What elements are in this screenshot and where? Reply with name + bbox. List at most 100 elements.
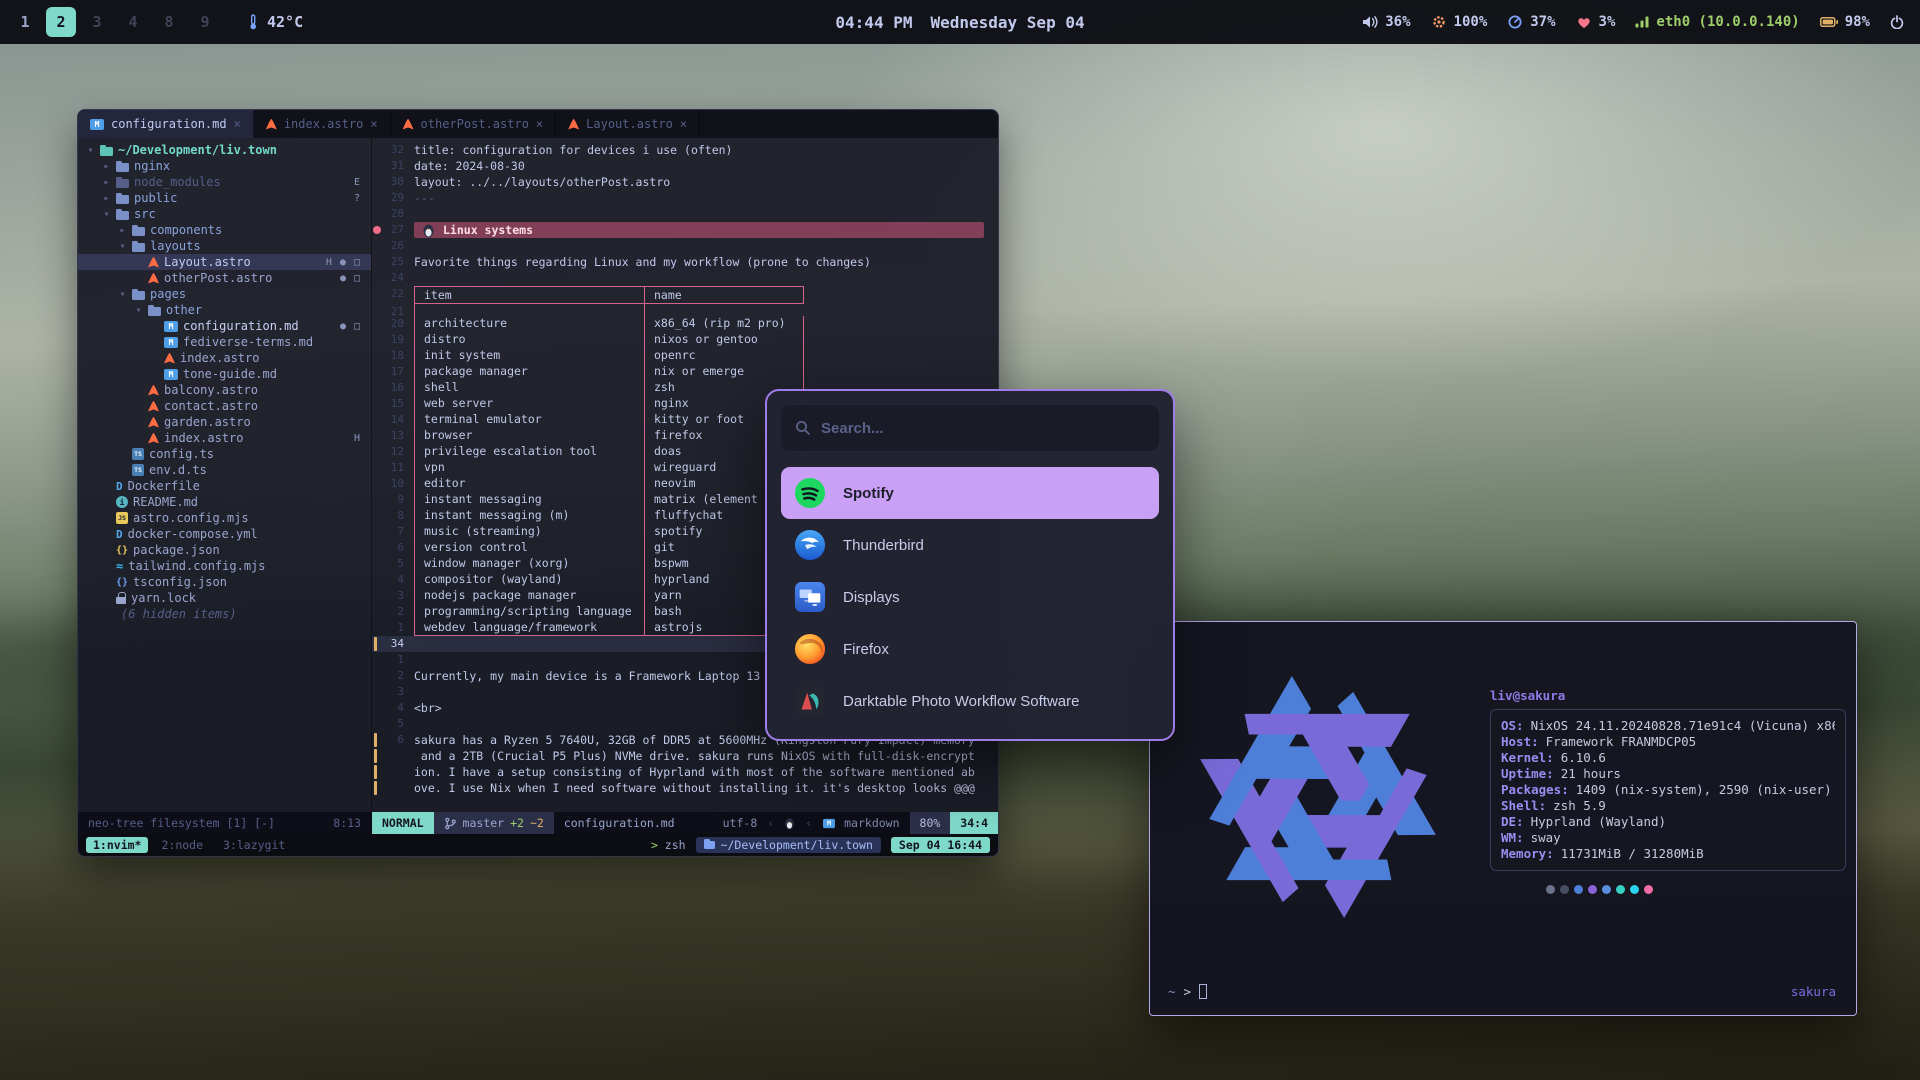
buffer-line[interactable]: 29 ---: [372, 190, 998, 206]
buffer-line[interactable]: and a 2TB (Crucial P5 Plus) NVMe drive. …: [372, 748, 998, 764]
volume-module[interactable]: 36%: [1362, 14, 1410, 30]
expander-icon[interactable]: [102, 161, 111, 172]
tree-item[interactable]: public ?: [78, 190, 371, 206]
expander-icon[interactable]: [118, 289, 127, 300]
buffer-line[interactable]: 32 title: configuration for devices i us…: [372, 142, 998, 158]
workspace-button[interactable]: 2: [46, 7, 76, 37]
editor-tab[interactable]: Layout.astro: [556, 110, 700, 138]
tree-item[interactable]: node_modules E: [78, 174, 371, 190]
tree-item[interactable]: package.json: [78, 542, 371, 558]
tree-item[interactable]: fediverse-terms.md: [78, 334, 371, 350]
tree-item[interactable]: otherPost.astro ● □: [78, 270, 371, 286]
workspace-button[interactable]: 9: [190, 7, 220, 37]
buffer-line[interactable]: 30 layout: ../../layouts/otherPost.astro: [372, 174, 998, 190]
buffer-line[interactable]: 24: [372, 270, 998, 286]
tree-item[interactable]: tsconfig.json: [78, 574, 371, 590]
close-icon[interactable]: [234, 117, 241, 131]
tree-item[interactable]: tone-guide.md: [78, 366, 371, 382]
launcher-item-displays[interactable]: Displays: [781, 571, 1159, 623]
tree-item[interactable]: config.ts: [78, 446, 371, 462]
tree-item[interactable]: layouts: [78, 238, 371, 254]
editor-tab[interactable]: index.astro: [254, 110, 391, 138]
editor-tab[interactable]: otherPost.astro: [391, 110, 557, 138]
tree-item[interactable]: tailwind.config.mjs: [78, 558, 371, 574]
neotree-panel[interactable]: ~/Development/liv.town nginx node_module…: [78, 138, 372, 812]
volume-icon: [1362, 15, 1378, 29]
table-row[interactable]: 18 init system openrc: [372, 348, 998, 364]
buffer-line[interactable]: 25 Favorite things regarding Linux and m…: [372, 254, 998, 270]
power-button[interactable]: [1890, 15, 1904, 29]
fetch-value: NixOS 24.11.20240828.71e91c4 (Vicuna) x8…: [1531, 718, 1835, 734]
tree-item[interactable]: env.d.ts: [78, 462, 371, 478]
table-row[interactable]: 20 architecture x86_64 (rip m2 pro): [372, 316, 998, 332]
search-input[interactable]: [821, 420, 1145, 437]
line-number: 4: [382, 700, 414, 716]
workspace-button[interactable]: 3: [82, 7, 112, 37]
cpu-module[interactable]: 37%: [1507, 14, 1555, 30]
clock[interactable]: 04:44 PM Wednesday Sep 04: [835, 13, 1084, 32]
close-icon[interactable]: [536, 117, 543, 131]
launcher-search[interactable]: [781, 405, 1159, 451]
expander-icon[interactable]: [102, 209, 111, 220]
shell-prompt[interactable]: ~ >: [1168, 984, 1207, 999]
workspace-button[interactable]: 4: [118, 7, 148, 37]
tree-item[interactable]: (6 hidden items): [78, 606, 371, 622]
launcher-item-firefox[interactable]: Firefox: [781, 623, 1159, 675]
expander-icon[interactable]: [134, 305, 143, 316]
table-row[interactable]: 19 distro nixos or gentoo: [372, 332, 998, 348]
temperature-module[interactable]: 42°C: [246, 13, 303, 31]
close-icon[interactable]: [370, 117, 377, 131]
tree-item[interactable]: Dockerfile: [78, 478, 371, 494]
expander-icon[interactable]: [86, 145, 95, 156]
workspace-button[interactable]: 8: [154, 7, 184, 37]
tmux-window[interactable]: 3:lazygit: [216, 837, 292, 853]
tree-item[interactable]: index.astro H: [78, 430, 371, 446]
buffer-line[interactable]: ion. I have a setup consisting of Hyprla…: [372, 764, 998, 780]
tree-item[interactable]: yarn.lock: [78, 590, 371, 606]
buffer-line[interactable]: ove. I use Nix when I need software with…: [372, 780, 998, 796]
launcher-item-thunderbird[interactable]: Thunderbird: [781, 519, 1159, 571]
network-module[interactable]: eth0 (10.0.0.140): [1635, 14, 1799, 30]
table-row[interactable]: 17 package manager nix or emerge: [372, 364, 998, 380]
tree-item[interactable]: pages: [78, 286, 371, 302]
tree-item[interactable]: README.md: [78, 494, 371, 510]
expander-icon[interactable]: [102, 193, 111, 204]
tree-item[interactable]: ~/Development/liv.town: [78, 142, 371, 158]
expander-icon[interactable]: [102, 177, 111, 188]
tmux-window[interactable]: 1:nvim*: [86, 837, 148, 853]
tmux-datetime: Sep 04 16:44: [891, 837, 990, 853]
tree-item[interactable]: astro.config.mjs: [78, 510, 371, 526]
tree-item[interactable]: garden.astro: [78, 414, 371, 430]
workspace-button[interactable]: 1: [10, 7, 40, 37]
buffer-line-heading[interactable]: 27 Linux systems: [372, 222, 998, 238]
close-icon[interactable]: [680, 117, 687, 131]
file-icon: [116, 496, 128, 508]
tree-item[interactable]: nginx: [78, 158, 371, 174]
table-header-row[interactable]: 22 item name: [372, 286, 998, 304]
volume-value: 36%: [1385, 14, 1410, 30]
tree-item[interactable]: docker-compose.yml: [78, 526, 371, 542]
expander-icon[interactable]: [118, 241, 127, 252]
launcher-item-darktable[interactable]: Darktable Photo Workflow Software: [781, 675, 1159, 727]
battery-module[interactable]: 98%: [1820, 14, 1870, 30]
expander-icon[interactable]: [118, 225, 127, 236]
launcher-item-spotify[interactable]: Spotify: [781, 467, 1159, 519]
tree-item[interactable]: src: [78, 206, 371, 222]
terminal-window[interactable]: liv@sakura OS: NixOS 24.11.20240828.71e9…: [1149, 621, 1857, 1016]
buffer-line[interactable]: 28: [372, 206, 998, 222]
tree-item[interactable]: index.astro: [78, 350, 371, 366]
tree-item[interactable]: other: [78, 302, 371, 318]
tree-item[interactable]: configuration.md ● □: [78, 318, 371, 334]
memory-module[interactable]: 3%: [1576, 14, 1616, 30]
buffer-line[interactable]: 26: [372, 238, 998, 254]
tree-item[interactable]: components: [78, 222, 371, 238]
buffer-line[interactable]: 31 date: 2024-08-30: [372, 158, 998, 174]
tree-item-badges: ?: [354, 193, 361, 204]
tree-item[interactable]: Layout.astro H ● □: [78, 254, 371, 270]
tmux-window[interactable]: 2:node: [154, 837, 210, 853]
file-icon: [164, 369, 178, 380]
editor-tab[interactable]: configuration.md: [78, 110, 254, 138]
tree-item[interactable]: balcony.astro: [78, 382, 371, 398]
tree-item[interactable]: contact.astro: [78, 398, 371, 414]
brightness-module[interactable]: 100%: [1431, 14, 1488, 30]
